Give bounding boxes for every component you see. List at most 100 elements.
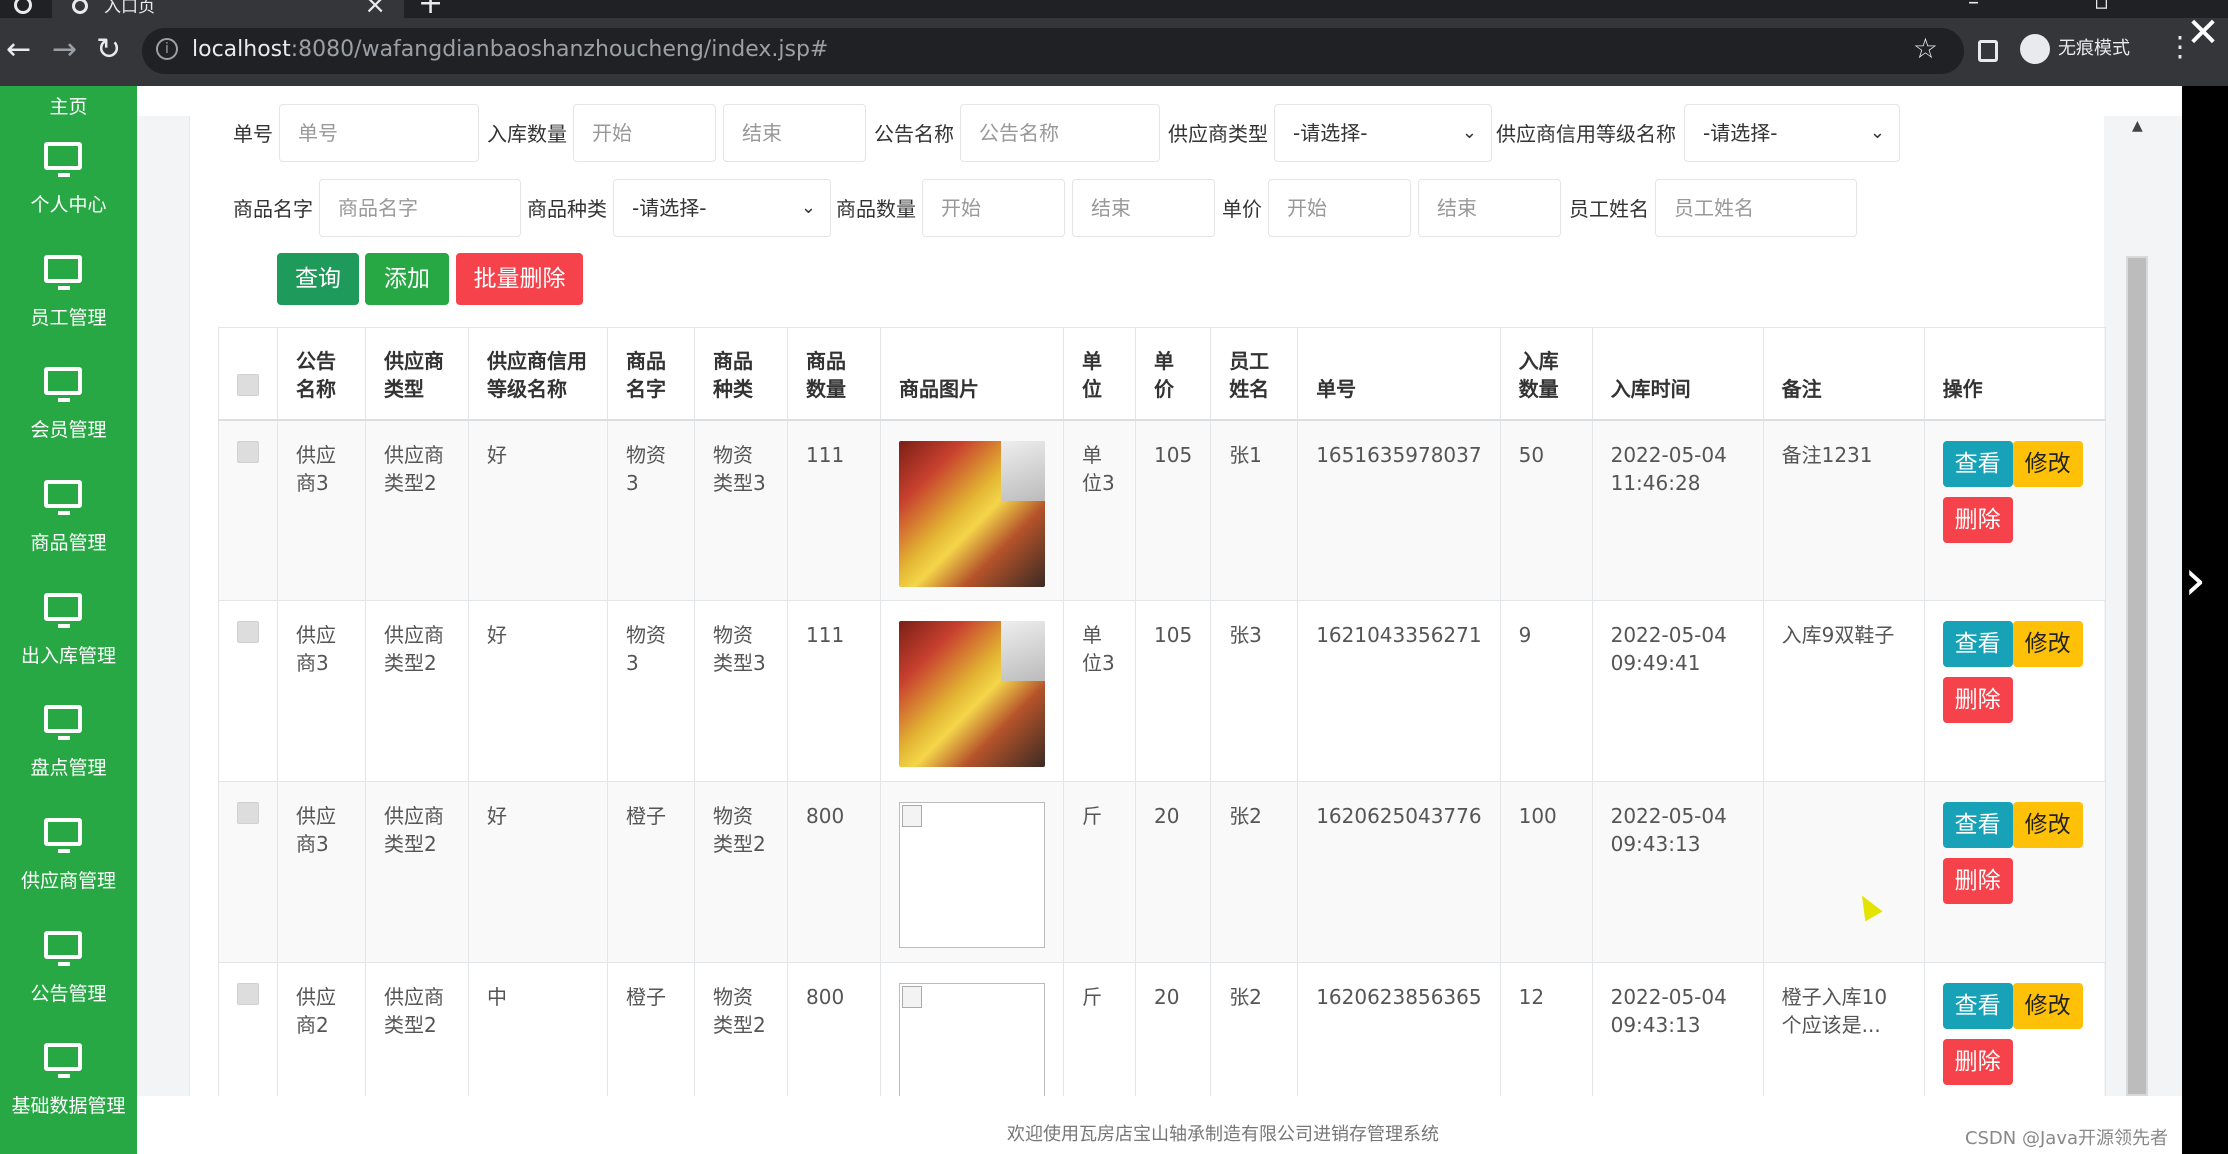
viewer-next-icon[interactable]: › xyxy=(2184,548,2206,613)
row-checkbox[interactable] xyxy=(237,621,259,643)
goods-kind-select[interactable]: -请选择- ⌄ xyxy=(613,179,831,237)
cell-time: 2022-05-04 11:46:28 xyxy=(1591,419,1764,601)
incognito-icon xyxy=(2020,34,2050,64)
column-header: 供应商类型 xyxy=(365,327,469,421)
delete-button[interactable]: 删除 xyxy=(1942,677,2013,723)
filter-label-employee: 员工姓名 xyxy=(1569,197,1649,221)
column-header: 员工姓名 xyxy=(1210,327,1299,421)
cell-gonggao: 供应商3 xyxy=(277,781,366,963)
cell-qty: 50 xyxy=(1499,419,1593,601)
ruku-shuliang-end-input[interactable]: 结束 xyxy=(723,104,866,162)
sidebar-item-label: 主页 xyxy=(49,96,88,118)
supplier-credit-select[interactable]: -请选择- ⌄ xyxy=(1684,104,1900,162)
price-start-input[interactable]: 开始 xyxy=(1268,179,1411,237)
monitor-icon xyxy=(44,705,82,740)
employee-input[interactable]: 员工姓名 xyxy=(1655,179,1857,237)
add-button[interactable]: 添加 xyxy=(365,253,449,305)
column-header: 入库时间 xyxy=(1591,327,1764,421)
broken-image-icon[interactable] xyxy=(899,802,1045,948)
url-text[interactable]: localhost:8080/wafangdianbaoshanzhouchen… xyxy=(192,37,828,62)
browser-tab[interactable]: 入口页 × xyxy=(52,0,404,18)
reload-icon[interactable]: ↻ xyxy=(96,30,121,70)
select-all-checkbox[interactable] xyxy=(237,373,259,396)
sidebar-item-stock-in-out[interactable]: 出入库管理 xyxy=(0,583,137,695)
sidebar-item-label: 出入库管理 xyxy=(20,645,116,667)
row-checkbox[interactable] xyxy=(237,802,259,824)
edit-button[interactable]: 修改 xyxy=(2012,983,2083,1029)
price-end-input[interactable]: 结束 xyxy=(1418,179,1561,237)
bookmark-star-icon[interactable]: ☆ xyxy=(1913,32,1938,65)
view-button[interactable]: 查看 xyxy=(1942,802,2013,848)
sidebar-item-inventory-check[interactable]: 盘点管理 xyxy=(0,695,137,807)
cell-time: 2022-05-04 09:43:13 xyxy=(1591,781,1764,963)
delete-button[interactable]: 删除 xyxy=(1942,858,2013,904)
side-panel-icon[interactable] xyxy=(1978,40,1998,62)
goods-photo[interactable] xyxy=(899,440,1045,587)
forward-icon[interactable]: → xyxy=(52,30,77,70)
url-path: :8080/wafangdianbaoshanzhoucheng/index.j… xyxy=(290,37,829,62)
column-header: 商品图片 xyxy=(880,327,1064,421)
sidebar-item-suppliers[interactable]: 供应商管理 xyxy=(0,808,137,920)
delete-button[interactable]: 删除 xyxy=(1942,1039,2013,1085)
viewer-side-strip xyxy=(2182,86,2228,1154)
row-checkbox[interactable] xyxy=(237,440,259,463)
omnibox[interactable]: i localhost:8080/wafangdianbaoshanzhouch… xyxy=(142,28,1964,74)
sidebar-item-goods[interactable]: 商品管理 xyxy=(0,470,137,582)
scroll-up-icon[interactable]: ▲ xyxy=(2132,118,2143,134)
site-info-icon[interactable]: i xyxy=(156,38,178,60)
scrollbar-thumb[interactable] xyxy=(2128,258,2146,1094)
goods-name-input[interactable]: 商品名字 xyxy=(319,179,521,237)
cell-actions: 查看 修改 删除 xyxy=(1923,600,2106,782)
filter-label-goods-kind: 商品种类 xyxy=(527,197,607,221)
ruku-shuliang-start-input[interactable]: 开始 xyxy=(573,104,716,162)
sidebar-item-base-data[interactable]: 基础数据管理 xyxy=(0,1033,137,1145)
sidebar-item-personal-center[interactable]: 个人中心 xyxy=(0,132,137,244)
cell-employee: 张2 xyxy=(1210,781,1299,963)
edit-button[interactable]: 修改 xyxy=(2012,802,2083,848)
cell-price: 20 xyxy=(1134,781,1212,963)
view-button[interactable]: 查看 xyxy=(1942,621,2013,667)
sidebar-item-members[interactable]: 会员管理 xyxy=(0,357,137,469)
cell-count: 111 xyxy=(787,600,881,782)
gonggao-name-input[interactable]: 公告名称 xyxy=(960,104,1160,162)
supplier-credit-value: -请选择- xyxy=(1703,121,1778,145)
batch-delete-button[interactable]: 批量删除 xyxy=(456,253,583,305)
sidebar-item-label: 员工管理 xyxy=(30,307,107,329)
cell-unit: 单位3 xyxy=(1063,419,1136,601)
goods-photo[interactable] xyxy=(899,621,1045,767)
minimize-icon[interactable]: – xyxy=(1968,0,1979,15)
goods-count-start-input[interactable]: 开始 xyxy=(922,179,1065,237)
cell-actions: 查看 修改 删除 xyxy=(1923,419,2106,601)
back-icon[interactable]: ← xyxy=(6,30,31,70)
goods-count-end-input[interactable]: 结束 xyxy=(1072,179,1215,237)
supplier-type-select[interactable]: -请选择- ⌄ xyxy=(1274,104,1492,162)
view-button[interactable]: 查看 xyxy=(1942,983,2013,1029)
sidebar-item-announcements[interactable]: 公告管理 xyxy=(0,921,137,1033)
delete-button[interactable]: 删除 xyxy=(1942,496,2013,543)
cell-supplier-type: 供应商类型2 xyxy=(365,600,469,782)
sidebar-item-employees[interactable]: 员工管理 xyxy=(0,245,137,357)
viewer-close-icon[interactable]: ✕ xyxy=(2184,10,2222,60)
cell-note xyxy=(1762,781,1925,963)
query-button[interactable]: 查询 xyxy=(277,253,359,305)
row-checkbox[interactable] xyxy=(237,983,259,1005)
danhao-input[interactable]: 单号 xyxy=(279,104,479,162)
filter-label-goods-count: 商品数量 xyxy=(836,197,916,221)
edit-button[interactable]: 修改 xyxy=(2012,440,2083,487)
sidebar-item-label: 会员管理 xyxy=(30,419,107,441)
view-button[interactable]: 查看 xyxy=(1942,440,2013,487)
select-all-cell[interactable] xyxy=(218,327,278,421)
incognito-indicator[interactable]: 无痕模式 xyxy=(2020,34,2130,64)
monitor-icon xyxy=(44,480,82,515)
column-header: 商品数量 xyxy=(787,327,881,421)
cell-time: 2022-05-04 09:49:41 xyxy=(1591,600,1764,782)
supplier-type-value: -请选择- xyxy=(1293,121,1368,145)
edit-button[interactable]: 修改 xyxy=(2012,621,2083,667)
cell-gonggao: 供应商3 xyxy=(277,600,366,782)
monitor-icon xyxy=(44,1043,82,1078)
filter-label-ruku-shuliang: 入库数量 xyxy=(487,122,567,146)
cell-qty: 100 xyxy=(1499,781,1593,963)
close-tab-icon[interactable]: × xyxy=(364,0,386,18)
restore-icon[interactable]: ▫ xyxy=(2094,0,2109,15)
page-footer: 欢迎使用瓦房店宝山轴承制造有限公司进销存管理系统 CSDN @Java开源领先者 xyxy=(137,1096,2182,1154)
